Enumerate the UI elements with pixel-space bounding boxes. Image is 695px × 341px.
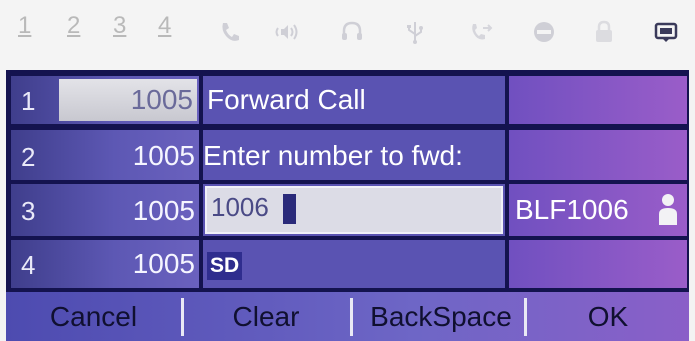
line-key-extension: 1005	[130, 84, 193, 115]
right-key-2[interactable]	[509, 130, 687, 180]
line-key-number: 2	[21, 142, 36, 172]
call-forward-icon	[466, 18, 494, 46]
forward-number-prompt: Enter number to fwd:	[203, 140, 463, 171]
line-indicator-2: 2	[67, 12, 81, 39]
do-not-disturb-icon	[530, 18, 558, 46]
line-key-extension: 1005	[132, 248, 195, 279]
line-key-extension: 1005	[132, 195, 195, 226]
line-indicator-3: 3	[113, 12, 127, 39]
cancel-softkey[interactable]: Cancel	[6, 292, 181, 341]
usb-icon	[401, 18, 429, 46]
forward-call-title: Forward Call	[207, 84, 366, 115]
forward-input-row: 1006	[203, 184, 505, 236]
line-key-1[interactable]: 1 1005	[11, 76, 199, 124]
forward-prompt-row: Enter number to fwd:	[203, 130, 505, 180]
input-mode-badge: SD	[207, 252, 243, 280]
input-mode-row: SD	[203, 240, 505, 288]
text-caret	[283, 194, 296, 224]
speaker-icon	[272, 18, 300, 46]
phone-screen: 1 2 3 4 1 1005 2 1005 3 1005 4 1005 Forw…	[0, 0, 695, 341]
line-key-2[interactable]: 2 1005	[11, 130, 199, 180]
forward-number-value: 1006	[211, 192, 269, 222]
forward-title-row: Forward Call	[203, 76, 505, 124]
message-icon	[652, 18, 680, 46]
headset-icon	[338, 18, 366, 46]
line-key-number: 4	[21, 250, 36, 280]
right-key-4[interactable]	[509, 240, 687, 288]
line-key-number: 3	[21, 196, 36, 226]
blf-label: BLF1006	[515, 194, 629, 225]
line-indicator-1: 1	[18, 12, 32, 39]
line-key-extension: 1005	[132, 140, 195, 171]
backspace-softkey[interactable]: BackSpace	[353, 292, 529, 341]
line-key-3[interactable]: 3 1005	[11, 184, 199, 236]
user-presence-icon	[657, 192, 679, 226]
line-key-4[interactable]: 4 1005	[11, 240, 199, 288]
status-bar: 1 2 3 4	[0, 0, 695, 70]
ok-softkey[interactable]: OK	[527, 292, 689, 341]
main-panel: 1 1005 2 1005 3 1005 4 1005 Forward Call…	[6, 70, 689, 341]
phone-icon	[216, 18, 244, 46]
lock-icon	[590, 18, 618, 46]
softkey-bar: Cancel Clear BackSpace OK	[6, 292, 689, 341]
forward-number-input[interactable]: 1006	[205, 186, 503, 234]
line-indicator-4: 4	[158, 12, 172, 39]
clear-softkey[interactable]: Clear	[184, 292, 348, 341]
right-key-blf[interactable]: BLF1006	[509, 184, 687, 236]
line-key-number: 1	[21, 86, 36, 116]
right-key-1[interactable]	[509, 76, 687, 124]
